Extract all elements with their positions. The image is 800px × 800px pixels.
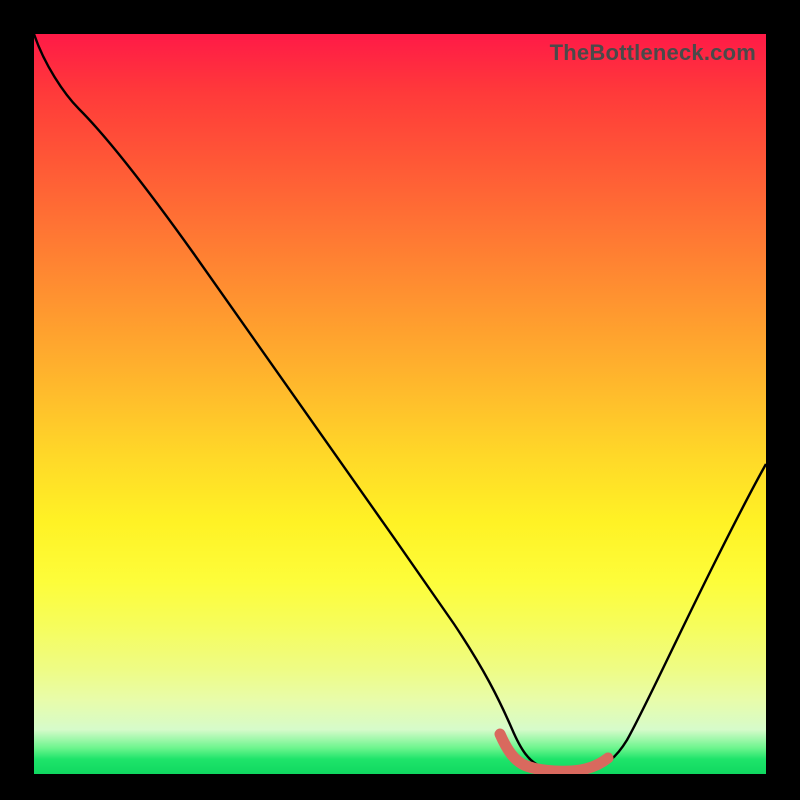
curve-path [34,34,766,770]
plot-area: TheBottleneck.com [34,34,766,774]
chart-frame: TheBottleneck.com [0,0,800,800]
bottleneck-curve [34,34,766,774]
